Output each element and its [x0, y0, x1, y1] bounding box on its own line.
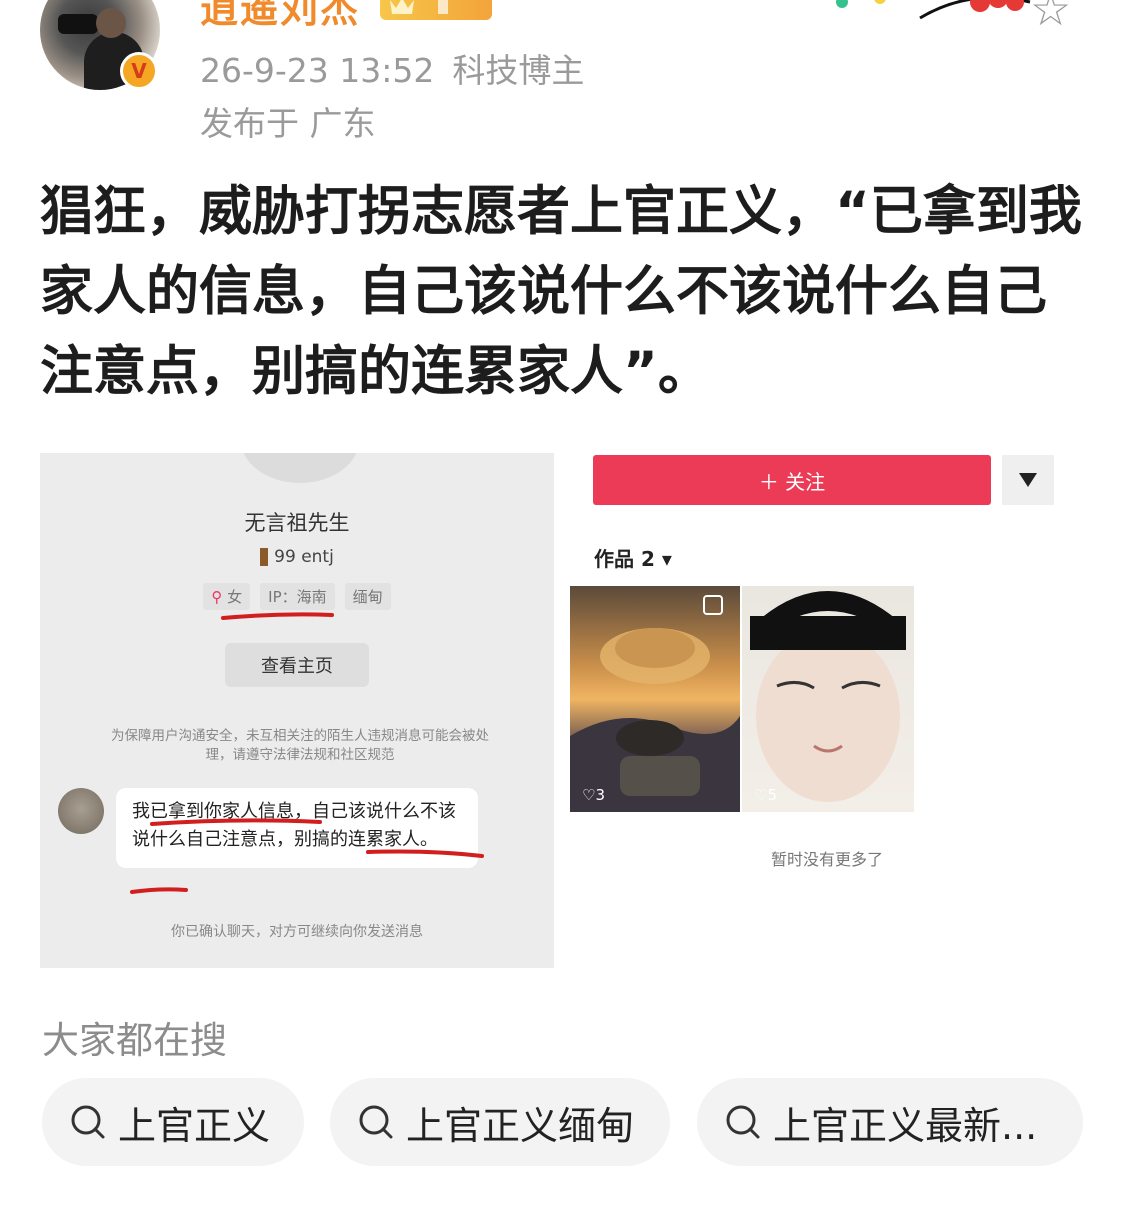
crown-icon: [390, 0, 448, 14]
no-more-text: 暂时没有更多了: [770, 850, 883, 869]
safety-notice: 为保障用户沟通安全，未互相关注的陌生人违规消息可能会被处理，请遵守法律法规和社区…: [111, 728, 489, 763]
post-text: 猖狂，威胁打拐志愿者上官正义，“已拿到我家人的信息，自己该说什么不该说什么自己注…: [40, 181, 1082, 402]
decoration-icon: [836, 0, 1031, 20]
profile-tags: ⚲ 女 IP：海南 缅甸: [40, 583, 554, 610]
location: 发布于 广东: [200, 104, 376, 143]
like-count: ♡3: [582, 786, 605, 804]
door-icon: [260, 548, 269, 566]
view-home-button: 查看主页: [225, 643, 369, 687]
search-icon: [726, 1105, 760, 1139]
face-image: [750, 591, 906, 802]
search-chip-label: 上官正义: [118, 1103, 271, 1148]
underline-mark: [221, 612, 334, 620]
gender-tag: ⚲ 女: [203, 583, 251, 610]
search-icon: [71, 1105, 105, 1139]
profile-name: 无言祖先生: [244, 511, 350, 535]
like-count: ♡5: [754, 786, 777, 804]
profile-sub: 99 entj: [40, 547, 554, 567]
username[interactable]: 逍遥刘杰: [200, 0, 360, 33]
level-badge-icon: [380, 0, 492, 20]
search-section-title: 大家都在搜: [42, 1019, 227, 1062]
video-thumbnail: ♡5: [742, 586, 914, 812]
profile-avatar: [240, 453, 360, 483]
search-chip[interactable]: 上官正义: [42, 1078, 304, 1166]
underline-marks: [130, 818, 484, 894]
search-chip-label: 上官正义缅甸: [406, 1103, 635, 1148]
region-tag: 缅甸: [344, 583, 391, 610]
verified-badge-icon: V: [120, 52, 158, 90]
timestamp: 26-9-23 13:52: [200, 51, 435, 90]
video-thumbnail: ♡3: [570, 586, 740, 812]
star-icon[interactable]: ☆: [1030, 0, 1071, 32]
turtle-image: [570, 595, 740, 812]
search-chip-label: 上官正义最新...: [773, 1103, 1038, 1148]
search-icon: [359, 1105, 393, 1139]
chevron-down-icon: [1002, 455, 1054, 505]
profile-screenshot-image[interactable]: ＋ 关注 作品 2 ▾ ♡3 ♡5 暂时没有更多了: [568, 453, 1086, 968]
camera-shape: [58, 14, 98, 34]
chat-footer: 你已确认聊天，对方可继续向你发送消息: [171, 924, 423, 940]
post-meta: 26-9-23 13:52 科技博主: [200, 44, 584, 92]
ip-tag: IP：海南: [260, 583, 335, 610]
avatar-head: [96, 8, 126, 38]
search-chip[interactable]: 上官正义缅甸: [330, 1078, 670, 1166]
works-label: 作品 2 ▾: [594, 547, 672, 571]
sender-avatar: [58, 788, 104, 834]
role-tag: 科技博主: [452, 51, 585, 90]
chat-screenshot-image[interactable]: 无言祖先生 99 entj ⚲ 女 IP：海南 缅甸 查看主页 为保障用户沟通安…: [40, 453, 554, 968]
follow-button: ＋ 关注: [593, 455, 991, 505]
search-chip[interactable]: 上官正义最新...: [697, 1078, 1083, 1166]
